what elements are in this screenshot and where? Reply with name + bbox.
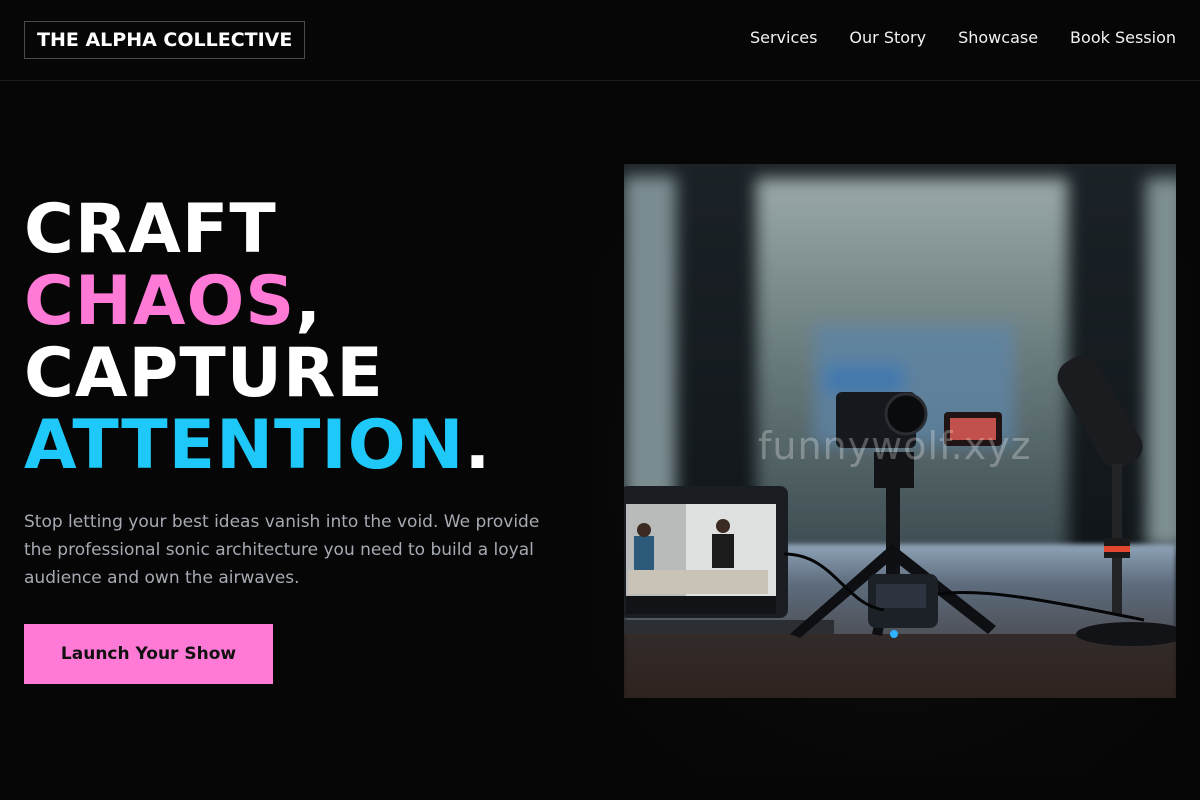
headline-line-4: ATTENTION.: [24, 410, 491, 482]
nav-showcase-link[interactable]: Showcase: [958, 28, 1038, 48]
headline-line-2: CHAOS,: [24, 266, 491, 338]
hero-headline: CRAFT CHAOS, CAPTURE ATTENTION.: [24, 194, 491, 482]
headline-word-craft: CRAFT: [24, 190, 277, 269]
headline-line-3: CAPTURE: [24, 338, 491, 410]
site-header: THE ALPHA COLLECTIVE Services Our Story …: [0, 0, 1200, 81]
nav-book-session-link[interactable]: Book Session: [1070, 28, 1176, 48]
brand-logo[interactable]: THE ALPHA COLLECTIVE: [24, 21, 306, 59]
nav-services-link[interactable]: Services: [750, 28, 817, 48]
headline-line-1: CRAFT: [24, 194, 491, 266]
main-nav: Services Our Story Showcase Book Session: [750, 28, 1176, 48]
hero-subtitle: Stop letting your best ideas vanish into…: [24, 512, 540, 588]
headline-comma: ,: [295, 262, 323, 341]
watermark-text: funnywolf.xyz: [758, 424, 1032, 468]
headline-word-chaos: CHAOS: [24, 262, 296, 341]
headline-word-capture: CAPTURE: [24, 334, 384, 413]
launch-show-button[interactable]: Launch Your Show: [24, 624, 273, 684]
headline-word-attention: ATTENTION: [24, 406, 465, 485]
nav-our-story-link[interactable]: Our Story: [849, 28, 926, 48]
headline-period: .: [464, 406, 492, 485]
